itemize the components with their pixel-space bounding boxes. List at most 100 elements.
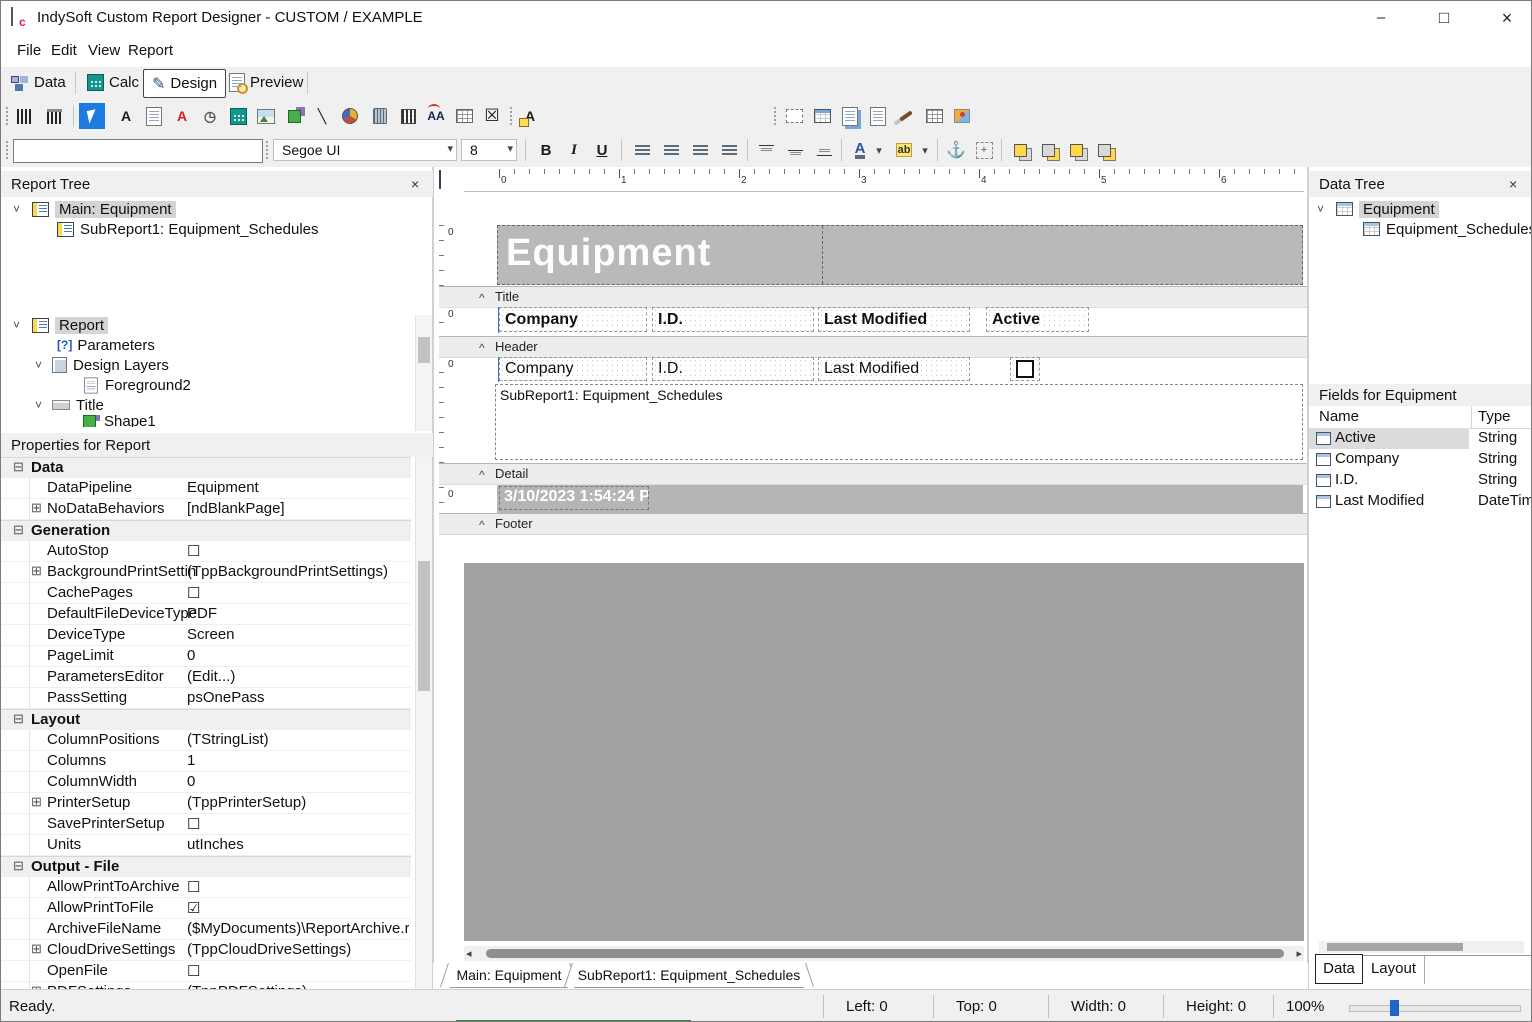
menu-edit[interactable]: Edit [51, 42, 77, 59]
font-color-dropdown-icon[interactable]: ▾ [873, 137, 885, 163]
chevron-down-icon[interactable]: ˅ [1317, 202, 1324, 216]
tab-data[interactable]: Data [3, 69, 74, 96]
property-row[interactable]: PageLimit 0 [1, 646, 411, 667]
property-row[interactable]: ⊞ NoDataBehaviors [ndBlankPage] [1, 499, 411, 520]
title-label[interactable]: Equipment [506, 232, 711, 275]
align-right-icon[interactable] [687, 137, 713, 163]
tree-item-foreground2[interactable]: Foreground2 [83, 375, 191, 395]
highlight-dropdown-icon[interactable]: ▾ [919, 137, 931, 163]
subreport-tool-icon[interactable] [809, 103, 835, 129]
report-tree-close-icon[interactable]: × [411, 176, 419, 192]
scroll-thumb[interactable] [486, 949, 1284, 958]
property-row[interactable]: ArchiveFileName ($MyDocuments)\ReportArc… [1, 919, 411, 940]
page-tab-main[interactable]: Main: Equipment [450, 963, 568, 988]
band-collapse-icon[interactable]: ^ [479, 468, 485, 482]
tree-item-shape1[interactable]: Shape1 [83, 415, 156, 427]
collapse-icon[interactable]: ⊟ [13, 858, 24, 874]
detail-cell-last-modified[interactable]: Last Modified [818, 357, 970, 381]
band-bar-title[interactable]: ^ Title [439, 286, 1307, 308]
label-tool-icon[interactable]: A [113, 103, 139, 129]
property-row[interactable]: AllowPrintToArchive ☐ [1, 877, 411, 898]
tab-calc[interactable]: Calc [79, 69, 147, 96]
collapse-icon[interactable]: ⊟ [13, 459, 24, 475]
footer-shape[interactable]: 3/10/2023 1:54:24 P [497, 485, 1303, 513]
align-left-icon[interactable] [629, 137, 655, 163]
property-row[interactable]: ParametersEditor (Edit...) [1, 667, 411, 688]
bring-forward-button[interactable] [1063, 137, 1089, 163]
send-backward-button[interactable] [1091, 137, 1117, 163]
close-button[interactable]: × [1489, 5, 1525, 31]
font-name-select[interactable]: Segoe UI ▾ [273, 139, 457, 161]
expand-icon[interactable]: ⊞ [31, 941, 42, 957]
property-row[interactable]: DeviceType Screen [1, 625, 411, 646]
property-row[interactable]: AutoStop ☐ [1, 541, 411, 562]
expand-icon[interactable]: ⊞ [31, 500, 42, 516]
valign-middle-icon[interactable] [782, 137, 808, 163]
valign-top-icon[interactable] [753, 137, 779, 163]
menu-file[interactable]: File [17, 42, 41, 59]
property-group-output-file[interactable]: ⊟ Output - File [1, 856, 411, 877]
variable-tool-icon[interactable] [225, 103, 251, 129]
data-tree-close-icon[interactable]: × [1509, 176, 1517, 192]
richtext-tool-icon[interactable]: A [169, 103, 195, 129]
system-variable-tool-icon[interactable]: ◷ [197, 103, 223, 129]
grid-tool-icon[interactable] [451, 103, 477, 129]
tab-design[interactable]: ✎ Design [143, 69, 226, 98]
select-tool-icon[interactable] [79, 103, 105, 129]
italic-button[interactable]: I [561, 137, 587, 163]
side-tab-data[interactable]: Data [1315, 954, 1363, 984]
band-collapse-icon[interactable]: ^ [479, 518, 485, 532]
bold-button[interactable]: B [533, 137, 559, 163]
property-row[interactable]: AllowPrintToFile ☑ [1, 898, 411, 919]
band-bar-header[interactable]: ^ Header [439, 336, 1307, 358]
property-row[interactable]: ⊞ PrinterSetup (TppPrinterSetup) [1, 793, 411, 814]
collapse-icon[interactable]: ⊟ [13, 522, 24, 538]
data-tree-item-equipment-schedules[interactable]: Equipment_Schedules [1363, 219, 1532, 239]
header-cell-id[interactable]: I.D. [652, 307, 814, 332]
position-frame-button[interactable]: + [971, 137, 997, 163]
tree-item-title-band[interactable]: ˅ Title [35, 395, 104, 415]
maximize-button[interactable]: □ [1426, 5, 1462, 31]
tree-item-design-layers[interactable]: ˅ Design Layers [35, 355, 169, 375]
crosstab-tool-icon[interactable] [865, 103, 891, 129]
tree-item-main-equipment[interactable]: ˅ Main: Equipment [13, 199, 176, 219]
zoom-slider[interactable] [1349, 1005, 1521, 1012]
band-collapse-icon[interactable]: ^ [479, 341, 485, 355]
property-row[interactable]: OpenFile ☐ [1, 961, 411, 982]
property-row[interactable]: ⊞ PDFSettings (TppPDFSettings) [1, 982, 411, 989]
subreport-region[interactable]: SubReport1: Equipment_Schedules [495, 384, 1303, 460]
header-cell-active[interactable]: Active [986, 307, 1089, 332]
properties-scrollbar[interactable] [415, 457, 432, 989]
property-row[interactable]: DataPipeline Equipment [1, 478, 411, 499]
band-selector-icon[interactable] [439, 170, 441, 189]
report-tree-scrollbar[interactable] [415, 315, 432, 431]
shape-tool-icon[interactable] [281, 103, 307, 129]
anchor-button[interactable]: ⚓ [943, 137, 969, 163]
detail-cell-id[interactable]: I.D. [652, 357, 814, 381]
autosize-tool-icon[interactable]: AA [423, 103, 449, 129]
paintcan-tool-icon[interactable] [367, 103, 393, 129]
expand-icon[interactable]: ⊞ [31, 794, 42, 810]
title-shape[interactable]: Equipment [497, 225, 1303, 285]
tree-item-subreport1[interactable]: SubReport1: Equipment_Schedules [57, 219, 319, 239]
scroll-left-icon[interactable]: ◂ [466, 947, 472, 960]
scroll-right-icon[interactable]: ▸ [1296, 947, 1302, 960]
region-tool-icon[interactable] [781, 103, 807, 129]
chart-tool-icon[interactable] [337, 103, 363, 129]
detail-cell-company[interactable]: Company [499, 357, 647, 381]
barcode-icon[interactable] [11, 103, 37, 129]
line-tool-icon[interactable]: ╲ [309, 103, 335, 129]
highlight-color-button[interactable]: ab [891, 137, 917, 163]
style-brush-icon[interactable] [893, 103, 919, 129]
chevron-down-icon[interactable]: ˅ [13, 202, 20, 216]
chevron-down-icon[interactable]: ˅ [35, 398, 42, 412]
side-tab-layout[interactable]: Layout [1363, 956, 1425, 984]
field-row[interactable]: Last Modified DateTim [1309, 491, 1532, 512]
pagebreak-tool-icon[interactable] [837, 103, 863, 129]
field-row[interactable]: Company String [1309, 449, 1532, 470]
property-row[interactable]: Units utInches [1, 835, 411, 856]
data-tree-item-equipment[interactable]: ˅ Equipment [1317, 199, 1439, 219]
chevron-down-icon[interactable]: ˅ [35, 358, 42, 372]
checkbox-tool-icon[interactable]: ☒ [479, 103, 505, 129]
property-row[interactable]: DefaultFileDeviceType PDF [1, 604, 411, 625]
